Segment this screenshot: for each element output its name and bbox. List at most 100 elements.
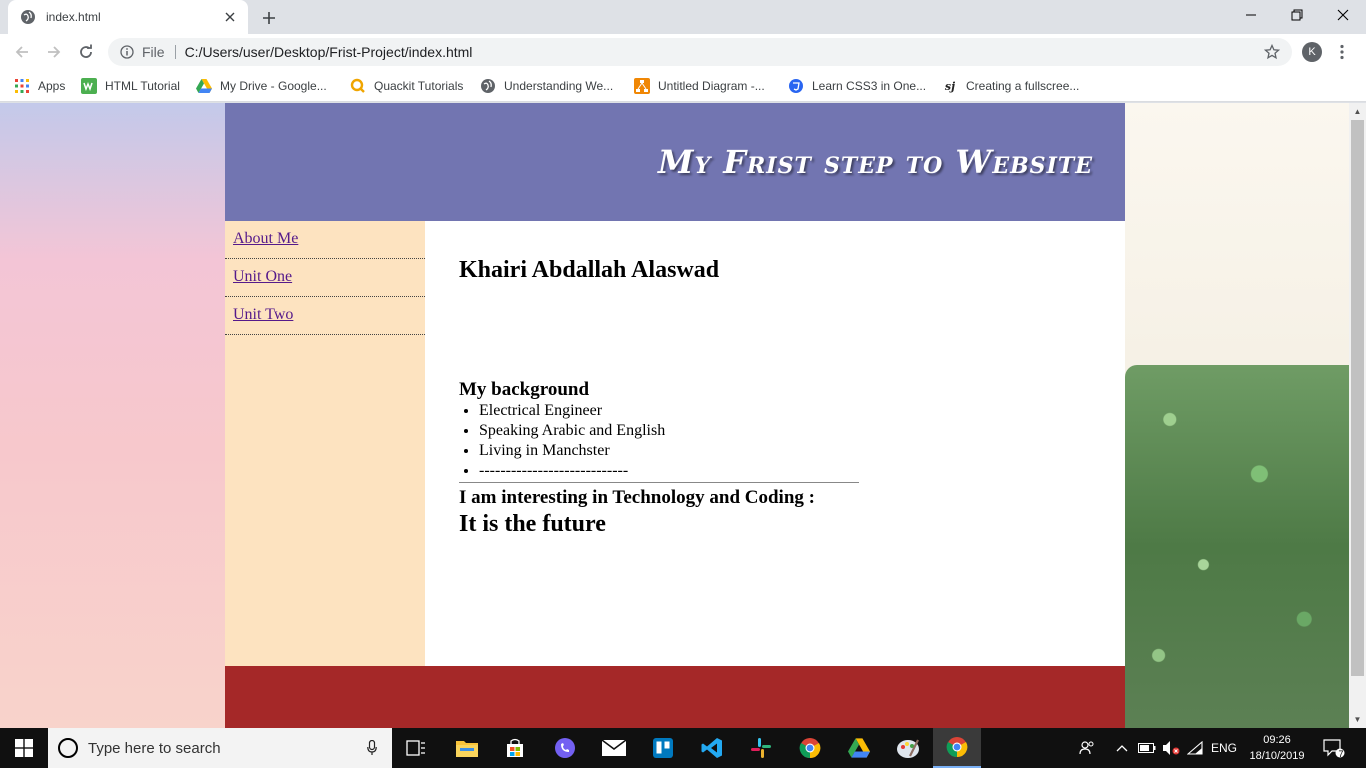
- cortana-icon: [58, 738, 78, 758]
- microphone-icon[interactable]: [362, 738, 382, 758]
- author-name: Khairi Abdallah Alaswad: [459, 257, 720, 283]
- bookmark-creating-fullscreen[interactable]: sj Creating a fullscree...: [942, 77, 1079, 95]
- url-text[interactable]: C:/Users/user/Desktop/Frist-Project/inde…: [185, 44, 473, 60]
- minimize-button[interactable]: [1228, 0, 1274, 30]
- chrome-active-icon[interactable]: [933, 728, 981, 768]
- nav-item-unit-one: Unit One: [225, 259, 425, 297]
- site-title: My Frist step to Website: [658, 143, 1093, 181]
- globe-icon: [480, 78, 496, 94]
- horizontal-rule: [459, 482, 859, 483]
- file-label: File: [142, 45, 176, 59]
- taskbar-search-box[interactable]: Type here to search: [48, 728, 392, 768]
- close-tab-icon[interactable]: [222, 9, 238, 25]
- tab-title: index.html: [46, 10, 101, 24]
- css-icon: [788, 78, 804, 94]
- scroll-up-arrow-icon[interactable]: ▲: [1349, 103, 1366, 120]
- list-item: Electrical Engineer: [479, 401, 665, 421]
- apps-grid-icon: [14, 78, 30, 94]
- viber-icon[interactable]: [541, 728, 589, 768]
- bookmark-label: HTML Tutorial: [105, 79, 180, 93]
- chrome-icon[interactable]: [786, 728, 834, 768]
- windows-taskbar: Type here to search ENG 09:26 18/10/2019…: [0, 728, 1366, 768]
- w3-icon: [81, 78, 97, 94]
- nav-link-unit-two[interactable]: Unit Two: [233, 306, 293, 323]
- list-item: Living in Manchster: [479, 441, 665, 461]
- store-icon[interactable]: [491, 728, 539, 768]
- bookmark-label: Quackit Tutorials: [374, 79, 464, 93]
- new-tab-button[interactable]: [258, 7, 280, 29]
- restore-button[interactable]: [1274, 0, 1320, 30]
- bookmark-label: Learn CSS3 in One...: [812, 79, 927, 93]
- bookmark-star-icon[interactable]: [1264, 44, 1280, 60]
- file-explorer-icon[interactable]: [443, 728, 491, 768]
- future-heading: It is the future: [459, 511, 606, 537]
- sj-icon: sj: [944, 79, 956, 93]
- reload-button[interactable]: [74, 40, 98, 64]
- bookmark-label: Untitled Diagram -...: [658, 79, 765, 93]
- notification-count: 7: [1338, 749, 1344, 759]
- bookmark-quackit[interactable]: Quackit Tutorials: [350, 77, 463, 95]
- bookmark-understanding-web[interactable]: Understanding We...: [480, 77, 613, 95]
- site-content: Khairi Abdallah Alaswad My background El…: [425, 221, 1125, 666]
- slack-icon[interactable]: [737, 728, 785, 768]
- browser-toolbar: File C:/Users/user/Desktop/Frist-Project…: [0, 34, 1366, 70]
- menu-dots-icon[interactable]: [1334, 42, 1350, 62]
- windows-start-button[interactable]: [0, 728, 48, 768]
- paint-icon[interactable]: [884, 728, 932, 768]
- site-footer: [225, 666, 1125, 728]
- back-button[interactable]: [10, 40, 34, 64]
- tab-strip: index.html: [0, 0, 1366, 34]
- bookmark-learn-css3[interactable]: Learn CSS3 in One...: [788, 77, 926, 95]
- background-heading: My background: [459, 379, 590, 400]
- info-icon[interactable]: [120, 45, 134, 59]
- action-center-icon[interactable]: 7: [1318, 728, 1350, 768]
- list-item: Speaking Arabic and English: [479, 421, 665, 441]
- profile-avatar[interactable]: K: [1302, 42, 1322, 62]
- vscode-icon[interactable]: [688, 728, 736, 768]
- nav-link-about-me[interactable]: About Me: [233, 230, 298, 247]
- mail-icon[interactable]: [590, 728, 638, 768]
- background-list: Electrical Engineer Speaking Arabic and …: [479, 401, 665, 481]
- forward-button[interactable]: [42, 40, 66, 64]
- windows-logo-icon: [15, 739, 33, 757]
- bookmark-untitled-diagram[interactable]: Untitled Diagram -...: [634, 77, 765, 95]
- trello-icon[interactable]: [639, 728, 687, 768]
- bookmarks-bar: Apps HTML Tutorial My Drive - Google... …: [0, 70, 1366, 102]
- clock-date: 18/10/2019: [1249, 750, 1305, 762]
- battery-icon[interactable]: [1136, 728, 1158, 768]
- hedge-background-image: [1125, 365, 1349, 728]
- page-scrollbar[interactable]: ▲ ▼: [1349, 103, 1366, 728]
- bookmark-label: Understanding We...: [504, 79, 614, 93]
- page-viewport: My Frist step to Website About Me Unit O…: [0, 103, 1349, 728]
- language-indicator[interactable]: ENG: [1208, 728, 1240, 768]
- google-drive-app-icon[interactable]: [835, 728, 883, 768]
- scroll-thumb[interactable]: [1351, 120, 1364, 676]
- nav-item-about-me: About Me: [225, 221, 425, 259]
- interest-heading: I am interesting in Technology and Codin…: [459, 487, 815, 508]
- list-item: ----------------------------: [479, 461, 665, 481]
- task-view-icon[interactable]: [392, 728, 440, 768]
- site-container: My Frist step to Website About Me Unit O…: [225, 103, 1125, 728]
- tab-index-html[interactable]: index.html: [8, 0, 248, 34]
- chevron-up-icon[interactable]: [1112, 728, 1132, 768]
- close-window-button[interactable]: [1320, 0, 1366, 30]
- address-bar[interactable]: File C:/Users/user/Desktop/Frist-Project…: [108, 38, 1292, 66]
- scroll-down-arrow-icon[interactable]: ▼: [1349, 711, 1366, 728]
- people-icon[interactable]: [1076, 728, 1098, 768]
- bookmark-label: Creating a fullscree...: [966, 79, 1080, 93]
- system-clock[interactable]: 09:26 18/10/2019: [1244, 732, 1310, 764]
- site-sidebar: About Me Unit One Unit Two: [225, 221, 425, 666]
- google-drive-icon: [196, 78, 212, 94]
- site-header: My Frist step to Website: [225, 103, 1125, 221]
- search-placeholder: Type here to search: [88, 739, 221, 757]
- drawio-icon: [634, 78, 650, 94]
- bookmark-my-drive[interactable]: My Drive - Google...: [196, 77, 327, 95]
- quackit-icon: [350, 78, 366, 94]
- bookmark-apps[interactable]: Apps: [14, 77, 65, 95]
- globe-icon: [20, 9, 36, 25]
- nav-link-unit-one[interactable]: Unit One: [233, 268, 292, 285]
- bookmark-html-tutorial[interactable]: HTML Tutorial: [81, 77, 180, 95]
- wifi-icon[interactable]: [1184, 728, 1206, 768]
- bookmark-label: My Drive - Google...: [220, 79, 327, 93]
- volume-muted-icon[interactable]: [1160, 728, 1182, 768]
